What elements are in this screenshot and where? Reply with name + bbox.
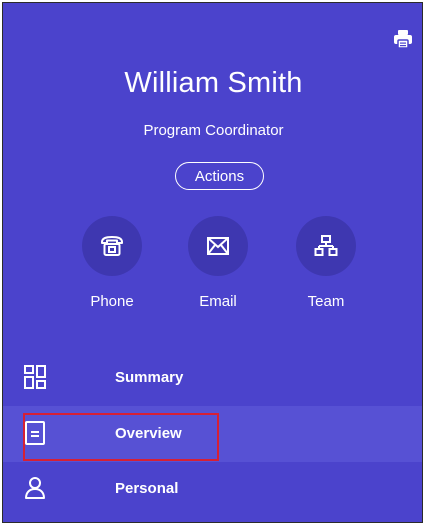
nav-item-personal[interactable]: Personal <box>3 461 422 517</box>
worker-profile-panel: William Smith Program Coordinator Action… <box>2 2 423 523</box>
nav-item-summary-label: Summary <box>115 369 184 386</box>
phone-label: Phone <box>90 293 134 310</box>
team-circle <box>296 216 356 276</box>
nav-item-summary[interactable]: Summary <box>3 350 422 406</box>
email-circle <box>188 216 248 276</box>
person-icon <box>23 475 47 501</box>
phone-icon <box>101 236 123 256</box>
email-button[interactable]: Email <box>178 216 258 316</box>
worker-name: William Smith <box>124 67 303 99</box>
document-icon <box>23 420 47 446</box>
envelope-icon <box>207 237 229 255</box>
nav-item-personal-label: Personal <box>115 480 179 497</box>
phone-circle <box>82 216 142 276</box>
org-chart-icon <box>314 235 338 256</box>
team-button[interactable]: Team <box>286 216 366 316</box>
grid-icon <box>23 364 47 390</box>
team-label: Team <box>307 293 345 310</box>
email-label: Email <box>199 293 237 310</box>
screenshot-frame: William Smith Program Coordinator Action… <box>0 0 425 525</box>
printer-icon <box>394 30 412 49</box>
phone-button[interactable]: Phone <box>72 216 152 316</box>
nav-item-overview-label: Overview <box>115 425 182 442</box>
actions-button[interactable]: Actions <box>175 162 264 190</box>
worker-title: Program Coordinator <box>143 122 284 139</box>
print-button[interactable] <box>391 27 415 51</box>
nav-item-overview[interactable]: Overview <box>3 406 422 462</box>
